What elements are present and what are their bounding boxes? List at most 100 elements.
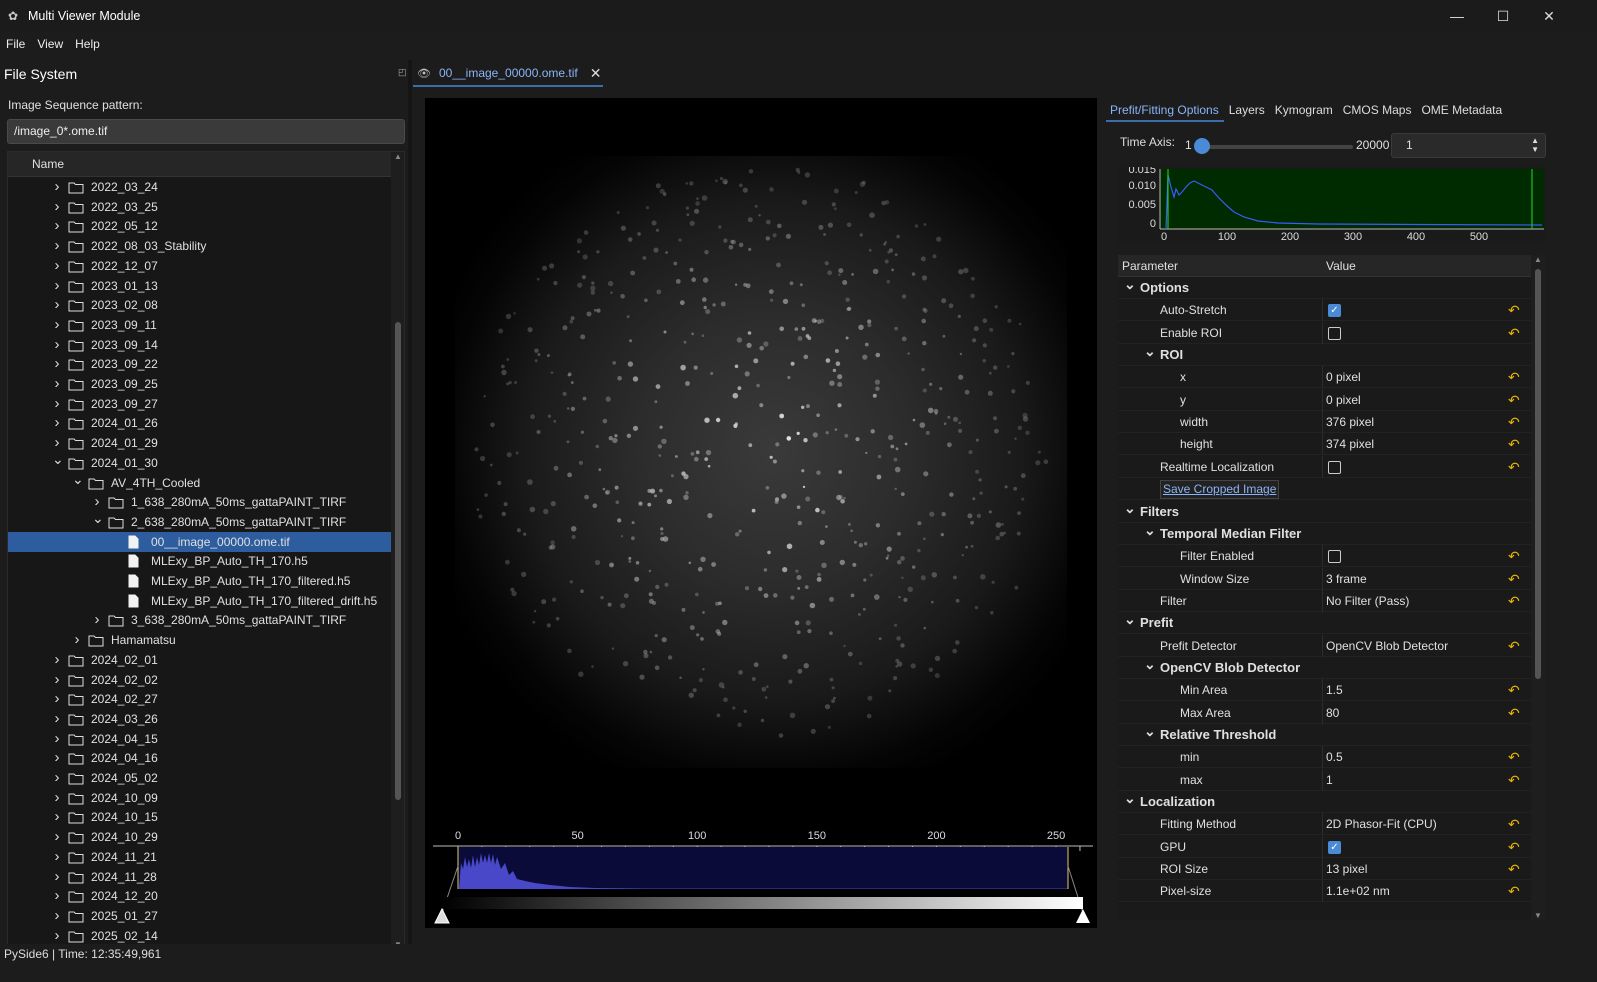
parameter-value[interactable]: 2D Phasor-Fit (CPU) — [1326, 813, 1437, 835]
parameter-row[interactable]: Fitting Method 2D Phasor-Fit (CPU) ↶ — [1118, 813, 1531, 836]
image-viewer[interactable]: 0 50 100 150 200 250 — [425, 98, 1097, 928]
chevron-right-icon[interactable]: › — [52, 236, 62, 255]
parameter-checkbox[interactable] — [1328, 550, 1341, 564]
chevron-right-icon[interactable]: › — [52, 748, 62, 767]
chevron-right-icon[interactable]: › — [52, 177, 62, 196]
parameter-row[interactable]: Auto-Stretch ✓ ↶ — [1118, 299, 1531, 322]
parameter-group[interactable]: ⌄ Filters — [1118, 501, 1531, 523]
chevron-right-icon[interactable]: › — [52, 374, 62, 393]
parameter-value[interactable]: 13 pixel — [1326, 858, 1367, 880]
reset-default-icon[interactable]: ↶ — [1508, 436, 1524, 452]
folder-item[interactable]: › 2024_10_29 — [8, 827, 391, 847]
reset-default-icon[interactable]: ↶ — [1508, 593, 1524, 609]
parameter-row[interactable]: y 0 pixel ↶ — [1118, 388, 1531, 411]
parameter-row[interactable]: Pixel-size 1.1e+02 nm ↶ — [1118, 880, 1531, 903]
chevron-right-icon[interactable]: › — [52, 315, 62, 334]
chevron-down-icon[interactable]: ⌄ — [1144, 657, 1156, 671]
folder-item[interactable]: › 3_638_280mA_50ms_gattaPAINT_TIRF — [8, 610, 391, 630]
parameter-row[interactable]: Realtime Localization ↶ — [1118, 455, 1531, 478]
folder-item[interactable]: › 2023_09_27 — [8, 394, 391, 414]
parameter-row[interactable]: Min Area 1.5 ↶ — [1118, 679, 1531, 702]
reset-default-icon[interactable]: ↶ — [1508, 883, 1524, 899]
reset-default-icon[interactable]: ↶ — [1508, 861, 1524, 877]
parameter-row[interactable]: x 0 pixel ↶ — [1118, 366, 1531, 389]
chevron-down-icon[interactable]: ⌄ — [1124, 501, 1136, 515]
chevron-right-icon[interactable]: › — [52, 768, 62, 787]
tab-ome-metadata[interactable]: OME Metadata — [1416, 98, 1507, 122]
spin-arrows-icon[interactable]: ▲ ▼ — [1531, 136, 1539, 154]
parameter-row[interactable]: Enable ROI ↶ — [1118, 321, 1531, 344]
folder-item[interactable]: › 2024_02_27 — [8, 689, 391, 709]
folder-item[interactable]: › 2023_02_08 — [8, 295, 391, 315]
parameter-row[interactable]: Max Area 80 ↶ — [1118, 701, 1531, 724]
maximize-button[interactable]: ☐ — [1480, 0, 1526, 32]
chevron-right-icon[interactable]: › — [52, 650, 62, 669]
reset-default-icon[interactable]: ↶ — [1508, 772, 1524, 788]
parameter-value[interactable]: 1.1e+02 nm — [1326, 880, 1390, 902]
histogram-min-handle[interactable] — [434, 907, 450, 924]
chevron-right-icon[interactable]: › — [52, 867, 62, 886]
chevron-down-icon[interactable]: ⌄ — [52, 452, 64, 466]
parameter-column-header[interactable]: Parameter — [1122, 259, 1178, 273]
parameter-checkbox[interactable]: ✓ — [1328, 840, 1341, 854]
folder-item[interactable]: › 1_638_280mA_50ms_gattaPAINT_TIRF — [8, 492, 391, 512]
reset-default-icon[interactable]: ↶ — [1508, 302, 1524, 318]
parameter-row[interactable]: height 374 pixel ↶ — [1118, 433, 1531, 456]
parameter-value[interactable]: 80 — [1326, 702, 1339, 724]
folder-item[interactable]: › 2023_09_14 — [8, 335, 391, 355]
chevron-down-icon[interactable]: ⌄ — [1144, 523, 1156, 537]
folder-item[interactable]: ⌄ AV_4TH_Cooled — [8, 472, 391, 493]
file-tree[interactable]: Name › 2022_03_24 › 2022_03_25 › 2022_05_12 › 2… — [7, 151, 405, 950]
parameter-value[interactable]: OpenCV Blob Detector — [1326, 635, 1448, 657]
chevron-right-icon[interactable]: › — [52, 295, 62, 314]
histogram-max-handle[interactable] — [1076, 909, 1090, 923]
parameter-checkbox[interactable] — [1328, 326, 1341, 340]
folder-item[interactable]: ⌄ 2024_01_30 — [8, 452, 391, 473]
time-axis-slider-handle[interactable] — [1194, 138, 1210, 154]
chevron-right-icon[interactable]: › — [52, 197, 62, 216]
save-cropped-image-button[interactable]: Save Cropped Image — [1160, 480, 1280, 500]
chevron-right-icon[interactable]: › — [52, 335, 62, 354]
parameter-row[interactable]: min 0.5 ↶ — [1118, 746, 1531, 769]
reset-default-icon[interactable]: ↶ — [1508, 414, 1524, 430]
parameter-value[interactable]: 1 — [1326, 769, 1333, 791]
parameter-group[interactable]: ⌄ ROI — [1118, 344, 1531, 367]
file-item[interactable]: 00__image_00000.ome.tif — [8, 531, 391, 552]
intensity-histogram[interactable]: 0 50 100 150 200 250 — [425, 823, 1097, 928]
parameter-value[interactable]: 374 pixel — [1326, 433, 1374, 455]
folder-item[interactable]: ⌄ 2_638_280mA_50ms_gattaPAINT_TIRF — [8, 511, 391, 532]
parameter-value[interactable]: No Filter (Pass) — [1326, 590, 1409, 612]
folder-item[interactable]: › 2024_11_28 — [8, 867, 391, 887]
tab-prefit-fitting-options[interactable]: Prefit/Fitting Options — [1106, 98, 1224, 122]
reset-default-icon[interactable]: ↶ — [1508, 571, 1524, 587]
pattern-input[interactable]: /image_0*.ome.tif — [7, 119, 405, 144]
folder-item[interactable]: › 2024_03_26 — [8, 709, 391, 729]
folder-item[interactable]: › 2024_04_15 — [8, 729, 391, 749]
chevron-right-icon[interactable]: › — [52, 906, 62, 925]
chevron-right-icon[interactable]: › — [52, 926, 62, 945]
frame-spinbox[interactable]: 1 ▲ ▼ — [1391, 133, 1546, 158]
folder-item[interactable]: › Hamamatsu — [8, 630, 391, 650]
file-item[interactable]: MLExy_BP_Auto_TH_170.h5 — [8, 551, 391, 571]
parameter-row[interactable]: max 1 ↶ — [1118, 768, 1531, 791]
parameter-row[interactable]: ROI Size 13 pixel ↶ — [1118, 858, 1531, 881]
chevron-down-icon[interactable]: ⌄ — [1144, 344, 1156, 358]
chevron-right-icon[interactable]: › — [52, 847, 62, 866]
folder-item[interactable]: › 2022_03_25 — [8, 197, 391, 217]
float-dock-icon[interactable]: ◰ — [398, 67, 407, 78]
menu-view[interactable]: View — [31, 34, 69, 54]
folder-item[interactable]: › 2025_01_27 — [8, 906, 391, 926]
microscopy-image[interactable] — [455, 156, 1067, 768]
dock-splitter[interactable] — [408, 60, 412, 945]
chevron-right-icon[interactable]: › — [52, 689, 62, 708]
parameter-tree[interactable]: Parameter Value ⌄ Options Auto-Stretch ✓ ↶ En… — [1118, 255, 1545, 920]
parameter-value[interactable]: 3 frame — [1326, 568, 1367, 590]
chevron-right-icon[interactable]: › — [52, 670, 62, 689]
reset-default-icon[interactable]: ↶ — [1508, 325, 1524, 341]
parameter-row[interactable]: Filter Enabled ↶ — [1118, 545, 1531, 568]
parameter-scrollbar-thumb[interactable] — [1535, 269, 1541, 679]
chevron-down-icon[interactable]: ⌄ — [1124, 791, 1136, 805]
folder-item[interactable]: › 2024_05_02 — [8, 768, 391, 788]
tab-close-icon[interactable]: ✕ — [590, 65, 602, 82]
parameter-group[interactable]: ⌄ Prefit — [1118, 612, 1531, 635]
